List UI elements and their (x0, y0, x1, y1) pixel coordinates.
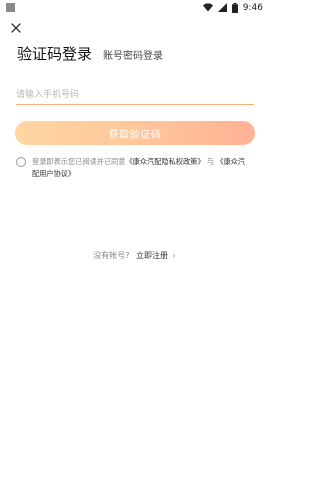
login-mode-header: 验证码登录 账号密码登录 (17, 43, 163, 64)
wifi-icon (202, 3, 213, 12)
close-button[interactable] (8, 20, 24, 36)
status-icons: 9:46 (202, 1, 263, 14)
register-row: 没有帐号? 立即注册 › (0, 250, 269, 261)
phone-input[interactable] (16, 85, 254, 105)
privacy-policy-link[interactable]: 《康众汽配隐私权政策》 (125, 157, 204, 166)
chevron-right-icon: › (172, 251, 176, 260)
notification-icon (6, 3, 15, 12)
status-time: 9:46 (242, 2, 263, 13)
agreement-text: 登录即表示您已阅读并已同意《康众汽配隐私权政策》 与 《康众汽配用户协议》 (32, 156, 252, 180)
tab-password-login[interactable]: 账号密码登录 (103, 47, 163, 62)
signal-icon (217, 3, 227, 12)
agreement-checkbox[interactable] (16, 157, 26, 167)
status-bar: 9:46 (0, 0, 269, 15)
page-title: 验证码登录 (17, 45, 93, 63)
register-link[interactable]: 立即注册 (136, 251, 168, 260)
agreement-prefix: 登录即表示您已阅读并已同意 (32, 157, 126, 166)
register-question: 没有帐号? (93, 251, 130, 260)
agreement-row: 登录即表示您已阅读并已同意《康众汽配隐私权政策》 与 《康众汽配用户协议》 (16, 156, 256, 180)
phone-field (16, 82, 254, 105)
close-icon (11, 23, 21, 33)
agreement-joiner: 与 (206, 157, 215, 166)
battery-icon (231, 2, 238, 13)
get-code-button[interactable]: 获取验证码 (15, 121, 255, 145)
